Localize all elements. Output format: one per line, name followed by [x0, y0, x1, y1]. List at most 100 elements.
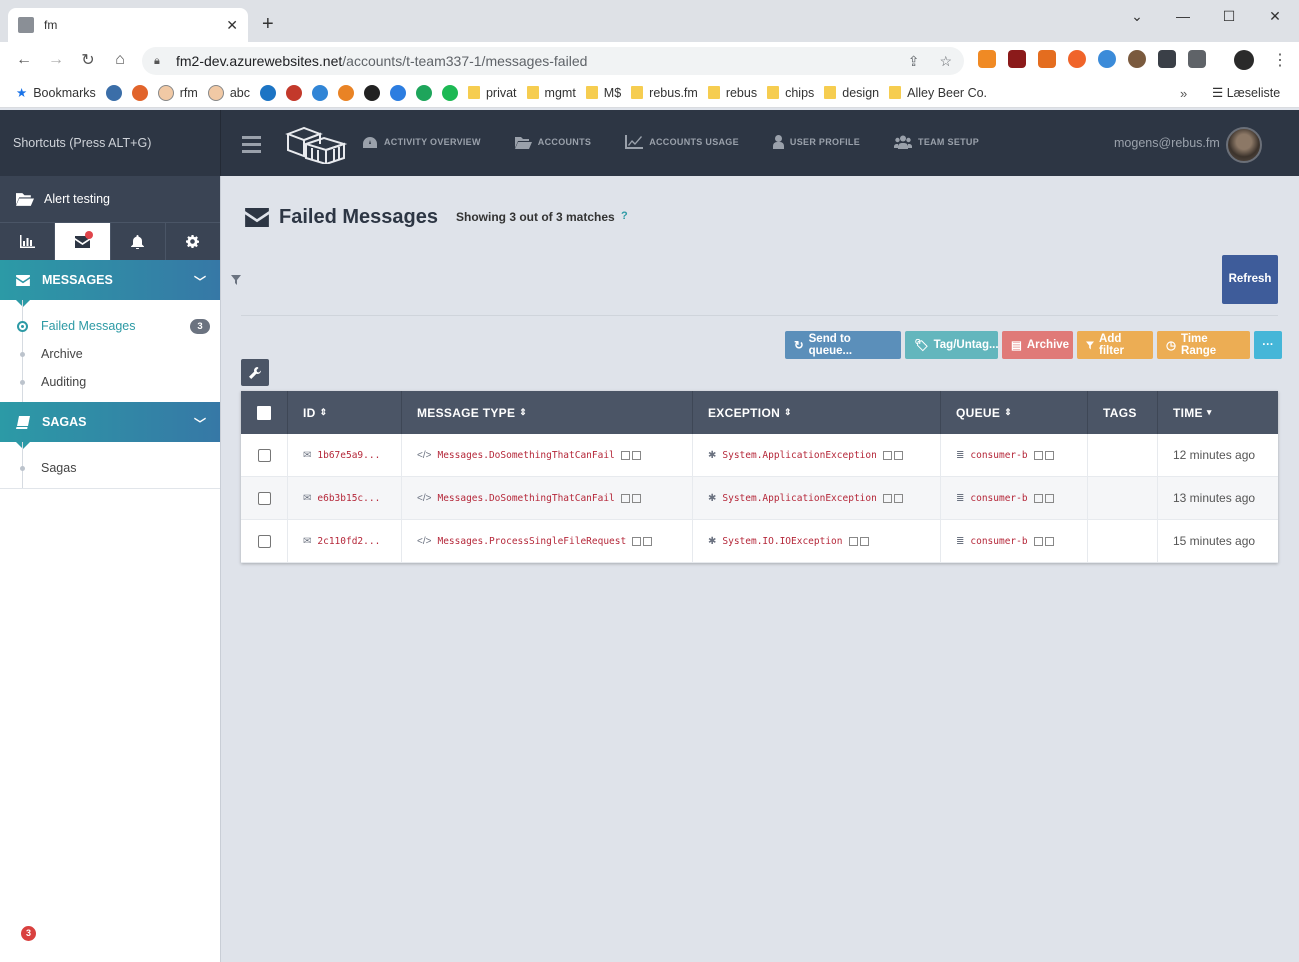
message-type[interactable]: Messages.DoSomethingThatCanFail [437, 493, 614, 504]
expand-collapse-icons[interactable] [1033, 536, 1054, 546]
browser-tab[interactable]: fm ✕ [8, 8, 248, 42]
share-icon[interactable]: ⇪ [908, 53, 920, 70]
bookmark-item[interactable] [285, 84, 302, 101]
bookmark-item[interactable] [441, 84, 458, 101]
puzzle-extension-icon[interactable] [1188, 50, 1206, 68]
bookmark-item[interactable]: mgmt [526, 86, 576, 100]
bookmark-item[interactable]: M$ [585, 86, 621, 100]
id-cell[interactable]: ✉ e6b3b15c... [288, 477, 402, 519]
row-checkbox[interactable] [257, 534, 271, 548]
plus-icon[interactable] [1033, 450, 1043, 460]
help-icon[interactable]: ? [621, 210, 628, 222]
expand-collapse-icons[interactable] [1033, 493, 1054, 503]
messages-section-header[interactable]: MESSAGES ﹀ [0, 260, 220, 307]
column-time[interactable]: TIME ▾ [1158, 391, 1278, 434]
expand-collapse-icons[interactable] [882, 493, 903, 503]
minimize-button[interactable]: — [1172, 6, 1194, 26]
id-cell[interactable]: ✉ 1b67e5a9... [288, 434, 402, 476]
tab-messages[interactable] [55, 223, 111, 260]
nav-user-profile[interactable]: USER PROFILE [772, 135, 860, 149]
archive-button[interactable]: ▤ Archive [1002, 331, 1073, 359]
tab-statistics[interactable] [0, 223, 56, 260]
close-window-button[interactable]: ✕ [1264, 6, 1286, 26]
tab-alerts[interactable] [111, 223, 166, 260]
sidebar-item-auditing[interactable]: Auditing [0, 368, 220, 396]
plus-icon[interactable] [848, 536, 858, 546]
exception-type[interactable]: System.ApplicationException [722, 450, 876, 461]
minus-icon[interactable] [859, 536, 869, 546]
app-logo[interactable] [284, 124, 348, 167]
cookie-extension-icon[interactable] [1128, 50, 1146, 68]
queue-name[interactable]: consumer-b [970, 493, 1027, 504]
globe-extension-icon[interactable] [1098, 50, 1116, 68]
dev-extension-icon[interactable] [1158, 50, 1176, 68]
bookmark-item[interactable] [259, 84, 276, 101]
sidebar-item-sagas[interactable]: Sagas [0, 454, 220, 482]
minus-icon[interactable] [643, 536, 653, 546]
shortcuts-hint[interactable]: Shortcuts (Press ALT+G) [0, 110, 221, 176]
column-id[interactable]: ID ⇕ [288, 391, 402, 434]
nav-accounts[interactable]: ACCOUNTS [514, 135, 591, 149]
expand-collapse-icons[interactable] [620, 493, 641, 503]
hamburger-menu-icon[interactable] [242, 136, 261, 157]
alert-count-badge[interactable]: 3 [21, 926, 36, 941]
bookmark-item[interactable]: ★ Bookmarks [16, 85, 96, 101]
table-row[interactable]: ✉ 1b67e5a9... </> Messages.DoSomethingThatC… [241, 434, 1278, 477]
time-range-button[interactable]: ◷ Time Range [1157, 331, 1250, 359]
tab-close-icon[interactable]: ✕ [226, 17, 238, 34]
filter-icon[interactable] [231, 273, 241, 288]
minus-icon[interactable] [631, 450, 641, 460]
minus-icon[interactable] [631, 493, 641, 503]
message-type[interactable]: Messages.DoSomethingThatCanFail [437, 450, 614, 461]
message-type[interactable]: Messages.ProcessSingleFileRequest [437, 536, 626, 547]
queue-name[interactable]: consumer-b [970, 536, 1027, 547]
message-id[interactable]: 1b67e5a9... [317, 450, 380, 461]
tab-search-icon[interactable]: ⌄ [1126, 6, 1148, 26]
nav-activity-overview[interactable]: ACTIVITY OVERVIEW [362, 135, 481, 149]
bookmark-item[interactable]: privat [467, 86, 517, 100]
bookmark-item[interactable] [131, 84, 148, 101]
exception-type[interactable]: System.IO.IOException [722, 536, 842, 547]
table-row[interactable]: ✉ 2c110fd2... </> Messages.ProcessSingleFil… [241, 520, 1278, 563]
ublock-extension-icon[interactable] [1008, 50, 1026, 68]
forward-icon[interactable]: → [40, 51, 72, 69]
user-avatar[interactable] [1226, 127, 1262, 163]
expand-collapse-icons[interactable] [1033, 450, 1054, 460]
browser-menu-icon[interactable]: ⋮ [1272, 50, 1288, 70]
expand-collapse-icons[interactable] [848, 536, 869, 546]
minus-icon[interactable] [1044, 536, 1054, 546]
id-cell[interactable]: ✉ 2c110fd2... [288, 520, 402, 562]
column-message-type[interactable]: MESSAGE TYPE ⇕ [402, 391, 693, 434]
minus-icon[interactable] [1044, 450, 1054, 460]
rss-extension-icon[interactable] [978, 50, 996, 68]
expand-collapse-icons[interactable] [620, 450, 641, 460]
add-filter-button[interactable]: Add filter [1077, 331, 1153, 359]
bookmark-item[interactable]: rfm [157, 84, 198, 101]
nav-accounts-usage[interactable]: ACCOUNTS USAGE [625, 135, 739, 149]
plus-icon[interactable] [1033, 536, 1043, 546]
plus-icon[interactable] [632, 536, 642, 546]
minus-icon[interactable] [893, 493, 903, 503]
bookmark-item[interactable]: design [824, 86, 879, 100]
column-exception[interactable]: EXCEPTION ⇕ [693, 391, 941, 434]
plus-icon[interactable] [620, 493, 630, 503]
bookmark-item[interactable]: chips [767, 86, 814, 100]
address-bar[interactable]: 🔒︎ fm2-dev.azurewebsites.net/accounts/t-… [142, 47, 964, 75]
user-email[interactable]: mogens@rebus.fm [1114, 136, 1220, 150]
row-checkbox[interactable] [257, 448, 271, 462]
plus-icon[interactable] [882, 450, 892, 460]
nav-team-setup[interactable]: TEAM SETUP [894, 135, 979, 149]
message-id[interactable]: e6b3b15c... [317, 493, 380, 504]
plus-icon[interactable] [882, 493, 892, 503]
bookmark-item[interactable]: abc [207, 84, 250, 101]
tag-untag-button[interactable]: 🏷︎ Tag/Untag... [905, 331, 999, 359]
orange-extension-icon[interactable] [1068, 50, 1086, 68]
refresh-button[interactable]: Refresh [1222, 255, 1278, 304]
back-icon[interactable]: ← [8, 51, 40, 69]
exception-type[interactable]: System.ApplicationException [722, 493, 876, 504]
message-id[interactable]: 2c110fd2... [317, 536, 380, 547]
send-to-queue-button[interactable]: ↻ Send to queue... [785, 331, 901, 359]
bookmark-item[interactable] [363, 84, 380, 101]
current-account[interactable]: Alert testing [0, 176, 220, 222]
plus-icon[interactable] [1033, 493, 1043, 503]
